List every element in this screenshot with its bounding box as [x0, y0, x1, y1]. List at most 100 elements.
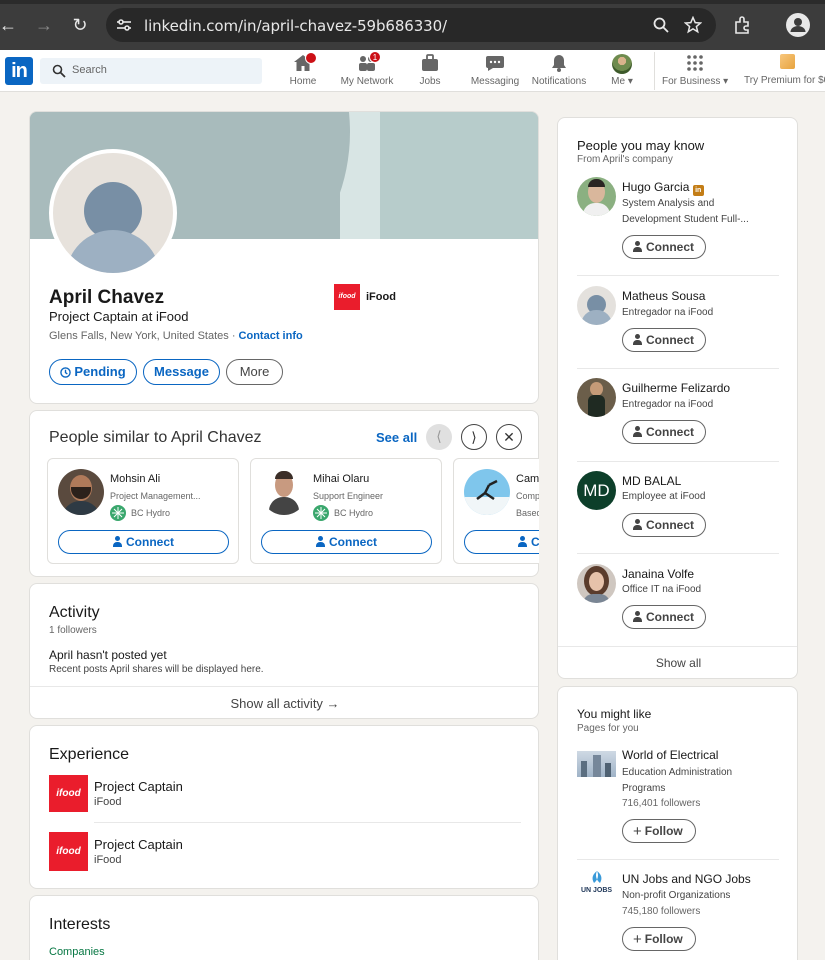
divider: [30, 686, 538, 687]
nav-for-business[interactable]: For Business ▾: [662, 54, 728, 90]
page-name[interactable]: World of Electrical: [622, 748, 718, 762]
page-name[interactable]: UN Jobs and NGO Jobs: [622, 872, 751, 886]
carousel-next-button[interactable]: ⟩: [461, 424, 487, 450]
similar-person-name[interactable]: Mihai Olaru: [313, 473, 369, 485]
nav-premium[interactable]: Try Premium for $0: [744, 54, 825, 90]
page-category: Programs: [622, 783, 666, 794]
page-followers: 745,180 followers: [622, 906, 701, 917]
nav-messaging[interactable]: Messaging: [470, 54, 520, 90]
pymk-avatar[interactable]: [577, 177, 616, 216]
similar-person-name[interactable]: Mohsin Ali: [110, 473, 160, 485]
pymk-connect-button[interactable]: Connect: [622, 420, 706, 444]
nav-home[interactable]: Home: [283, 52, 323, 90]
divider: [577, 553, 779, 554]
similar-person-company: Based: [516, 508, 539, 518]
bookmark-star-icon[interactable]: [684, 16, 702, 34]
more-button[interactable]: More: [226, 359, 283, 385]
browser-profile-icon[interactable]: [786, 13, 810, 37]
experience-company-logo[interactable]: ifood: [49, 775, 88, 812]
dismiss-close-icon[interactable]: ✕: [496, 424, 522, 450]
show-all-activity-link[interactable]: Show all activity →: [30, 696, 538, 711]
add-person-icon: [518, 536, 528, 547]
search-icon: [52, 64, 66, 78]
company-name[interactable]: iFood: [366, 291, 396, 303]
nav-premium-label: Try Premium for $0: [744, 75, 825, 86]
message-button[interactable]: Message: [143, 359, 220, 385]
pymk-avatar[interactable]: [577, 564, 616, 603]
nav-my-network[interactable]: 1 My Network: [339, 51, 395, 90]
pending-button[interactable]: Pending: [49, 359, 137, 385]
experience-card: Experience ifood Project Captain iFood i…: [29, 725, 539, 889]
experience-company: iFood: [94, 796, 122, 808]
connect-button[interactable]: C: [464, 530, 539, 554]
pymk-connect-button[interactable]: Connect: [622, 513, 706, 537]
experience-title: Experience: [49, 746, 130, 763]
pymk-name[interactable]: Guilherme Felizardo: [622, 381, 730, 395]
linkedin-logo[interactable]: in: [5, 57, 33, 85]
pymk-connect-button[interactable]: Connect: [622, 605, 706, 629]
pymk-name[interactable]: Janaina Volfe: [622, 567, 694, 581]
reload-icon[interactable]: ↻: [68, 13, 92, 37]
similar-person-card[interactable]: Mihai Olaru Support Engineer BC Hydro Co…: [250, 458, 442, 564]
similar-person-avatar[interactable]: [464, 469, 510, 515]
similar-person-headline: Support Engineer: [313, 491, 384, 501]
interests-card: Interests Companies: [29, 895, 539, 960]
pymk-headline: Development Student Full-...: [622, 214, 749, 225]
nav-jobs[interactable]: Jobs: [412, 54, 448, 90]
profile-name: April Chavez: [49, 287, 165, 308]
pymk-name[interactable]: MD BALAL: [622, 474, 681, 488]
similar-person-name[interactable]: Cam: [516, 473, 539, 485]
address-bar[interactable]: linkedin.com/in/april-chavez-59b686330/: [106, 8, 716, 42]
back-icon[interactable]: ←: [0, 13, 20, 37]
carousel-prev-button[interactable]: ⟨: [426, 424, 452, 450]
interests-tab-companies[interactable]: Companies: [49, 946, 105, 958]
pymk-avatar-initials[interactable]: MD: [577, 471, 616, 510]
followers-count[interactable]: 1 followers: [49, 625, 97, 636]
pymk-connect-button[interactable]: Connect: [622, 328, 706, 352]
pymk-name[interactable]: Hugo Garcia in: [622, 180, 704, 196]
activity-empty-subtitle: Recent posts April shares will be displa…: [49, 664, 264, 675]
briefcase-icon: [422, 54, 438, 71]
add-person-icon: [633, 241, 643, 252]
pymk-connect-button[interactable]: Connect: [622, 235, 706, 259]
activity-title: Activity: [49, 604, 100, 621]
you-might-like-card: You might like Pages for you World of El…: [557, 686, 798, 960]
plus-icon: +: [633, 823, 642, 840]
nav-notifications[interactable]: Notifications: [530, 54, 588, 90]
similar-person-card[interactable]: Cam Comp Based C: [453, 458, 539, 564]
pymk-name[interactable]: Matheus Sousa: [622, 289, 705, 303]
activity-card: Activity 1 followers April hasn't posted…: [29, 583, 539, 719]
see-all-link[interactable]: See all: [376, 430, 417, 445]
page-logo[interactable]: [577, 751, 616, 777]
pymk-avatar[interactable]: [577, 286, 616, 325]
nav-my-network-label: My Network: [340, 76, 394, 87]
url-text[interactable]: linkedin.com/in/april-chavez-59b686330/: [144, 17, 447, 35]
forward-icon[interactable]: →: [32, 13, 56, 37]
similar-person-card[interactable]: Mohsin Ali Project Management... BC Hydr…: [47, 458, 239, 564]
pymk-show-all-link[interactable]: Show all: [558, 656, 797, 670]
experience-company-logo[interactable]: ifood: [49, 832, 88, 871]
divider: [577, 859, 779, 860]
zoom-icon[interactable]: [652, 16, 670, 34]
nav-me[interactable]: Me ▾: [606, 54, 638, 90]
company-logo[interactable]: ifood: [334, 284, 360, 310]
experience-role: Project Captain: [94, 837, 183, 852]
profile-photo[interactable]: [49, 149, 177, 277]
page-logo[interactable]: UN JOBS: [577, 870, 616, 898]
search-input[interactable]: Search: [40, 58, 262, 84]
pymk-avatar[interactable]: [577, 378, 616, 417]
site-info-icon[interactable]: [116, 17, 132, 33]
follow-button[interactable]: + Follow: [622, 819, 696, 843]
nav-notifications-label: Notifications: [531, 76, 587, 87]
similar-person-avatar[interactable]: [58, 469, 104, 515]
divider: [94, 822, 521, 823]
extensions-icon[interactable]: [733, 15, 753, 35]
divider: [577, 461, 779, 462]
bc-hydro-logo-icon: [110, 505, 126, 521]
contact-info-link[interactable]: Contact info: [239, 330, 303, 342]
similar-person-avatar[interactable]: [261, 469, 307, 515]
connect-button[interactable]: Connect: [261, 530, 432, 554]
home-notification-dot: [305, 52, 317, 64]
connect-button[interactable]: Connect: [58, 530, 229, 554]
follow-button[interactable]: + Follow: [622, 927, 696, 951]
